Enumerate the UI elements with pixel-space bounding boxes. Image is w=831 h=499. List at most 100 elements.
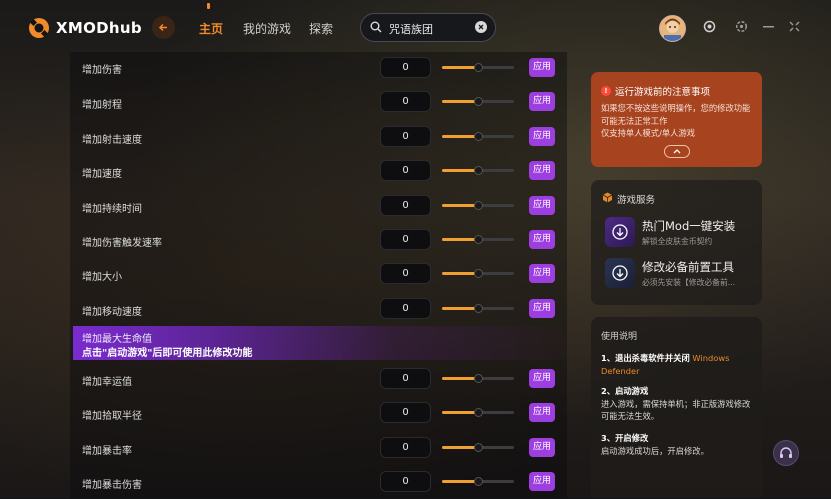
mod-label: 增加伤害 [82, 65, 122, 76]
mod-label: 增加持续时间 [82, 203, 142, 215]
usage-title: 使用说明 [601, 332, 638, 342]
usage-step-2: 2、启动游戏 进入游戏，需保持单机；非正版游戏修改可能无法生效。 [601, 385, 757, 423]
mod-slider[interactable] [442, 235, 514, 244]
mod-row: 增加伤害触发速率 0 应用 [70, 224, 567, 258]
slider-knob[interactable] [474, 442, 483, 452]
mod-label: 增加暴击率 [82, 445, 132, 457]
close-window-icon[interactable] [789, 21, 800, 32]
nav-home[interactable]: 主页 [199, 20, 223, 37]
slider-knob[interactable] [474, 131, 483, 141]
apply-button[interactable]: 应用 [529, 403, 555, 423]
mod-slider[interactable] [442, 200, 514, 210]
nav-explore[interactable]: 探索 [309, 20, 333, 37]
apply-button[interactable]: 应用 [529, 195, 555, 215]
app-logo[interactable]: XMODhub [28, 17, 142, 39]
search-box[interactable]: 咒语族团 [360, 13, 496, 42]
search-icon [370, 21, 382, 33]
mod-value-input[interactable]: 0 [380, 263, 431, 285]
mod-value-input[interactable]: 0 [380, 229, 431, 250]
mod-slider[interactable] [442, 97, 514, 107]
close-icon [478, 24, 484, 30]
mod-value-input[interactable]: 0 [380, 194, 431, 216]
apply-button[interactable]: 应用 [529, 264, 555, 284]
apply-button[interactable]: 应用 [529, 92, 555, 112]
slider-knob[interactable] [474, 269, 483, 279]
usage-step-3: 3、开启修改 启动游戏成功后，开启修改。 [601, 432, 757, 457]
settings-icon[interactable] [735, 20, 748, 33]
top-bar: XMODhub 主页 我的游戏 探索 咒语族团 [0, 0, 831, 56]
search-input[interactable]: 咒语族团 [389, 21, 433, 37]
apply-button[interactable]: 应用 [529, 472, 555, 492]
mod-row: 增加暴击伤害 0 应用 [70, 464, 567, 498]
slider-fill [442, 272, 478, 276]
mod-value-input[interactable]: 0 [380, 91, 431, 113]
mod-list-panel: 增加伤害 0 应用 增加射程 0 应用 增加射击速度 0 应用 增加速度 0 应… [70, 52, 567, 498]
mod-row: 增加拾取半径 0 应用 [70, 395, 567, 429]
usage-step-1: 1、退出杀毒软件并关闭 Windows Defender [601, 352, 757, 377]
mod-value-input[interactable]: 0 [380, 436, 431, 458]
slider-knob[interactable] [474, 477, 483, 487]
back-button[interactable] [152, 16, 175, 39]
mod-slider[interactable] [442, 477, 514, 487]
apply-button[interactable]: 应用 [529, 58, 555, 77]
service-thumb [605, 217, 635, 247]
mod-label: 增加大小 [82, 272, 122, 284]
mod-label: 增加拾取半径 [82, 411, 142, 423]
notification-icon[interactable] [703, 20, 716, 33]
slider-knob[interactable] [474, 200, 483, 210]
mod-slider[interactable] [442, 374, 514, 383]
mod-slider[interactable] [442, 131, 514, 141]
slider-knob[interactable] [474, 408, 483, 418]
mod-row: 增加暴击率 0 应用 [70, 430, 567, 464]
avatar-image [660, 16, 685, 41]
mod-slider[interactable] [442, 442, 514, 452]
collapse-notice-button[interactable] [664, 145, 690, 158]
apply-button[interactable]: 应用 [529, 230, 555, 249]
slider-knob[interactable] [474, 63, 483, 72]
apply-button[interactable]: 应用 [529, 369, 555, 388]
mod-value-input[interactable]: 0 [380, 297, 431, 319]
mod-slider[interactable] [442, 269, 514, 279]
slider-knob[interactable] [474, 374, 483, 383]
slider-knob[interactable] [474, 166, 483, 176]
user-avatar[interactable] [659, 15, 686, 42]
slider-knob[interactable] [474, 303, 483, 313]
mod-value-input[interactable]: 0 [380, 402, 431, 424]
service-thumb [605, 258, 635, 288]
locked-mod-row: 增加最大生命值 点击"启动游戏"后即可使用此修改功能 [73, 326, 567, 360]
nav-my-games[interactable]: 我的游戏 [243, 20, 291, 37]
mod-label: 增加速度 [82, 169, 122, 181]
mod-label: 增加幸运值 [82, 377, 132, 388]
mod-slider[interactable] [442, 408, 514, 418]
customer-support-button[interactable] [773, 440, 799, 466]
apply-button[interactable]: 应用 [529, 437, 555, 457]
game-services-card: 游戏服务 热门Mod一键安装 解锁全皮肤金币契约 修改必备前置工具 必须先安装【… [591, 180, 762, 305]
mod-row: 增加伤害 0 应用 [70, 52, 567, 86]
mod-label: 增加暴击伤害 [82, 480, 142, 492]
mod-value-input[interactable]: 0 [380, 471, 431, 493]
mod-slider[interactable] [442, 303, 514, 313]
step-body: 启动游戏成功后，开启修改。 [601, 445, 709, 456]
mod-slider[interactable] [442, 166, 514, 176]
mod-value-input[interactable]: 0 [380, 57, 431, 78]
slider-knob[interactable] [474, 235, 483, 244]
service-item-mod-install[interactable]: 热门Mod一键安装 解锁全皮肤金币契约 [605, 217, 760, 249]
slider-knob[interactable] [474, 97, 483, 107]
apply-button[interactable]: 应用 [529, 161, 555, 181]
mod-value-input[interactable]: 0 [380, 368, 431, 389]
apply-button[interactable]: 应用 [529, 126, 555, 146]
clear-search-button[interactable] [475, 21, 487, 33]
mod-label: 增加最大生命值 [82, 334, 152, 345]
slider-fill [442, 411, 478, 415]
service-desc: 必须先安装【修改必备前... [642, 278, 736, 287]
slider-fill [442, 445, 478, 449]
minimize-icon[interactable] [763, 26, 774, 29]
apply-button[interactable]: 应用 [529, 298, 555, 318]
mod-slider[interactable] [442, 63, 514, 72]
mod-value-input[interactable]: 0 [380, 125, 431, 147]
launch-required-notice: 点击"启动游戏"后即可使用此修改功能 [82, 348, 253, 359]
mod-value-input[interactable]: 0 [380, 160, 431, 182]
slider-fill [442, 238, 478, 241]
service-name: 修改必备前置工具 [642, 260, 734, 274]
service-item-prereq-tools[interactable]: 修改必备前置工具 必须先安装【修改必备前... [605, 258, 760, 290]
